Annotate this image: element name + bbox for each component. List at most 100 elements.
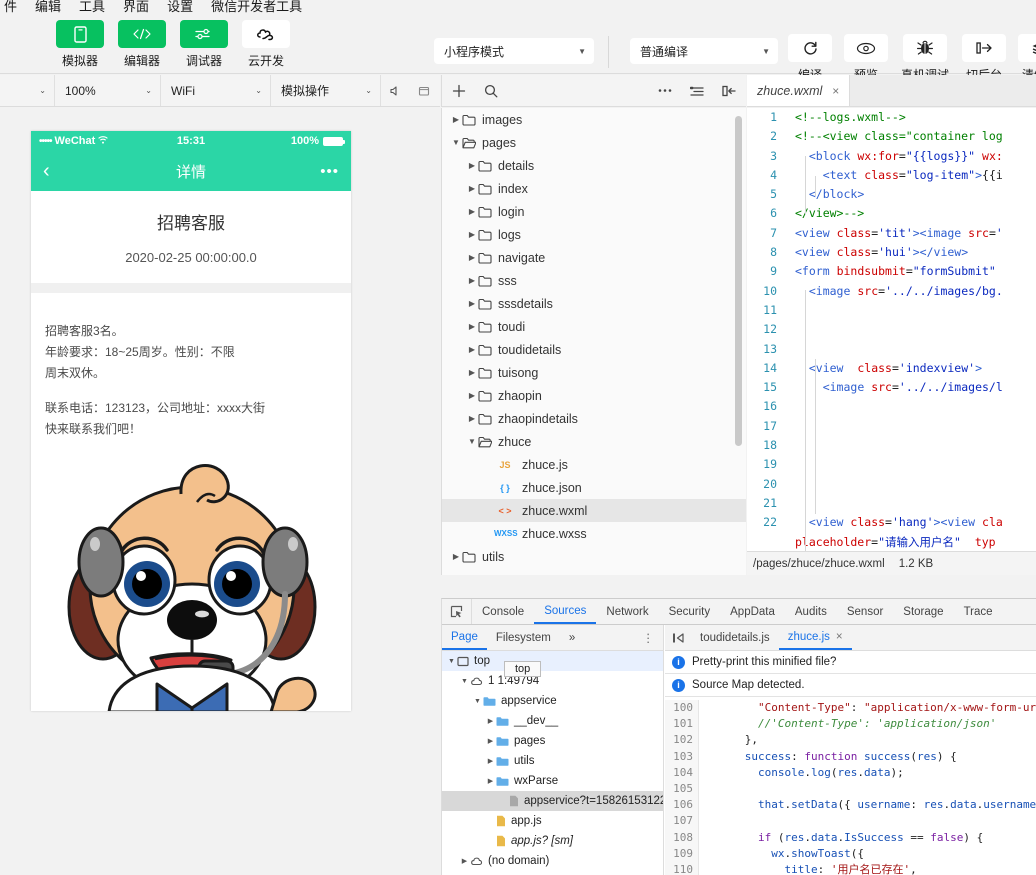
devtools-tab-console[interactable]: Console [472,599,534,624]
editor-code-line[interactable]: <image src='../../images/l [795,378,1036,397]
editor-code-line[interactable] [795,475,1036,494]
explorer-row-sss[interactable]: ▶ sss [442,269,746,292]
disclosure-arrow-icon[interactable]: ▶ [466,299,478,308]
devtools-tab-sources[interactable]: Sources [534,599,597,624]
devtools-tab-sensor[interactable]: Sensor [837,599,893,624]
js-code-line[interactable]: "Content-Type": "application/x-www-form-… [705,700,1036,716]
editor-code-line[interactable]: <view class='hang'><view cla [795,513,1036,532]
explorer-row-zhaopindetails[interactable]: ▶ zhaopindetails [442,407,746,430]
explorer-row-zhuce-json[interactable]: { } zhuce.json [442,476,746,499]
disclosure-arrow-icon[interactable]: ▶ [466,276,478,285]
disclosure-arrow-icon[interactable]: ▼ [450,138,462,147]
disclosure-arrow-icon[interactable]: ▶ [466,414,478,423]
devtools-tab-storage[interactable]: Storage [893,599,953,624]
simulate-action-select[interactable]: 模拟操作 ⌄ [271,75,381,106]
more-icon[interactable] [658,88,672,93]
explorer-scrollbar-thumb[interactable] [735,116,742,446]
devtools-source-tree[interactable]: ▼ top ▼ 1 1:49794 ▼ appservice ▶ __dev__ ▶ pages ▶… [442,651,664,875]
devtools-tab-network[interactable]: Network [596,599,658,624]
disclosure-arrow-icon[interactable]: ▶ [466,184,478,193]
devtools-tree-row[interactable]: ▶ pages [442,731,663,751]
volume-icon[interactable] [381,75,409,106]
close-icon[interactable]: × [836,631,843,643]
devtools-tab-audits[interactable]: Audits [785,599,837,624]
editor-tab-zhuce-wxml[interactable]: zhuce.wxml × [747,75,851,106]
inspect-icon[interactable] [442,599,472,624]
disclosure-arrow-icon[interactable]: ▶ [466,161,478,170]
compile-select[interactable]: 普通编译 ▼ [630,38,778,64]
disclosure-arrow-icon[interactable]: ▶ [466,207,478,216]
editor-code-line[interactable]: <block wx:for="{{logs}}" wx: [795,147,1036,166]
file-explorer[interactable]: ▶ images ▼ pages ▶ details ▶ index ▶ login ▶ logs ▶ n… [441,108,746,575]
mode-select[interactable]: 小程序模式 ▼ [434,38,594,64]
explorer-row-logs[interactable]: ▶ logs [442,223,746,246]
file-tab-zhuce[interactable]: zhuce.js × [778,625,852,650]
explorer-row-index[interactable]: ▶ index [442,177,746,200]
disclosure-arrow-icon[interactable]: ▶ [466,322,478,331]
disclosure-arrow-icon[interactable]: ▼ [446,658,457,665]
devtools-tree-row[interactable]: ▼ appservice [442,691,663,711]
js-code-line[interactable]: //'Content-Type': 'application/json' [705,716,1036,732]
cloud-dev-button[interactable]: 云开发 [241,20,291,69]
disclosure-arrow-icon[interactable]: ▶ [485,777,496,785]
pretty-print-notice[interactable]: i Pretty-print this minified file? [665,651,1036,674]
disclosure-arrow-icon[interactable]: ▶ [485,737,496,745]
devtools-tree-row[interactable]: ▶ utils [442,751,663,771]
sub-tab-page[interactable]: Page [442,625,487,650]
editor-toggle-button[interactable]: 编辑器 [117,20,167,69]
explorer-row-navigate[interactable]: ▶ navigate [442,246,746,269]
code-editor[interactable]: 123456789101112131415161718192021222324 … [747,108,1036,551]
devtools-tree-row[interactable]: app.js? [sm] [442,831,663,851]
editor-code-line[interactable]: </block> [795,185,1036,204]
js-code-line[interactable] [705,781,1036,797]
explorer-row-zhuce[interactable]: ▼ zhuce [442,430,746,453]
editor-code-line[interactable] [795,320,1036,339]
js-code-line[interactable]: title: '用户名已存在', [705,862,1036,875]
editor-code-line[interactable]: <!--logs.wxml--> [795,108,1036,127]
editor-code-line[interactable]: <text class="log-item">{{i [795,166,1036,185]
js-code-line[interactable]: }, [705,732,1036,748]
disclosure-arrow-icon[interactable]: ▶ [466,368,478,377]
file-tab-toudidetails[interactable]: toudidetails.js [691,625,779,650]
devtools-tree-row[interactable]: ▼ 1 1:49794 [442,671,663,691]
disclosure-arrow-icon[interactable]: ▶ [466,345,478,354]
devtools-tree-row[interactable]: appservice?t=158261531223 [442,791,663,811]
disclosure-arrow-icon[interactable]: ▶ [485,717,496,725]
menu-item-tools[interactable]: 工具 [79,0,105,15]
devtools-tab-trace[interactable]: Trace [954,599,1003,624]
editor-code-line[interactable] [795,397,1036,416]
menu-item-devtools[interactable]: 微信开发者工具 [211,0,302,15]
explorer-row-utils[interactable]: ▶ utils [442,545,746,568]
editor-code-line[interactable] [795,417,1036,436]
explorer-row-details[interactable]: ▶ details [442,154,746,177]
editor-code-line[interactable] [795,340,1036,359]
editor-code-line[interactable] [795,436,1036,455]
editor-code-line[interactable]: <image src='../../images/bg. [795,282,1036,301]
explorer-row-zhuce-js[interactable]: JS zhuce.js [442,453,746,476]
js-source-code[interactable]: 100101102103104105106107108109110111 "Co… [665,700,1036,875]
devtools-tree-row[interactable]: ▼ top [442,651,663,671]
sub-tab-more[interactable]: » [560,625,584,650]
explorer-row-pages[interactable]: ▼ pages [442,131,746,154]
zoom-select[interactable]: 100% ⌄ [55,75,161,106]
explorer-scrollbar-track[interactable] [735,112,744,567]
devtools-tree-row[interactable]: ▶ __dev__ [442,711,663,731]
devtools-tab-appdata[interactable]: AppData [720,599,785,624]
explorer-row-wxParse[interactable]: ▶wxParse [442,568,746,575]
editor-code-line[interactable]: <view class='hui'></view> [795,243,1036,262]
disclosure-arrow-icon[interactable]: ▼ [466,437,478,446]
js-code-content[interactable]: "Content-Type": "application/x-www-form-… [705,700,1036,875]
search-icon[interactable] [484,84,498,98]
devtools-tab-security[interactable]: Security [659,599,721,624]
editor-code-line[interactable]: </view>--> [795,204,1036,223]
device-select[interactable]: ⌄ [0,75,55,106]
editor-code-line[interactable] [795,494,1036,513]
explorer-row-sssdetails[interactable]: ▶ sssdetails [442,292,746,315]
disclosure-arrow-icon[interactable]: ▶ [466,230,478,239]
disclosure-arrow-icon[interactable]: ▶ [459,857,470,865]
explorer-row-images[interactable]: ▶ images [442,108,746,131]
editor-code-line[interactable] [795,455,1036,474]
js-code-line[interactable] [705,813,1036,829]
plus-icon[interactable] [452,84,466,98]
sort-icon[interactable] [690,85,704,97]
